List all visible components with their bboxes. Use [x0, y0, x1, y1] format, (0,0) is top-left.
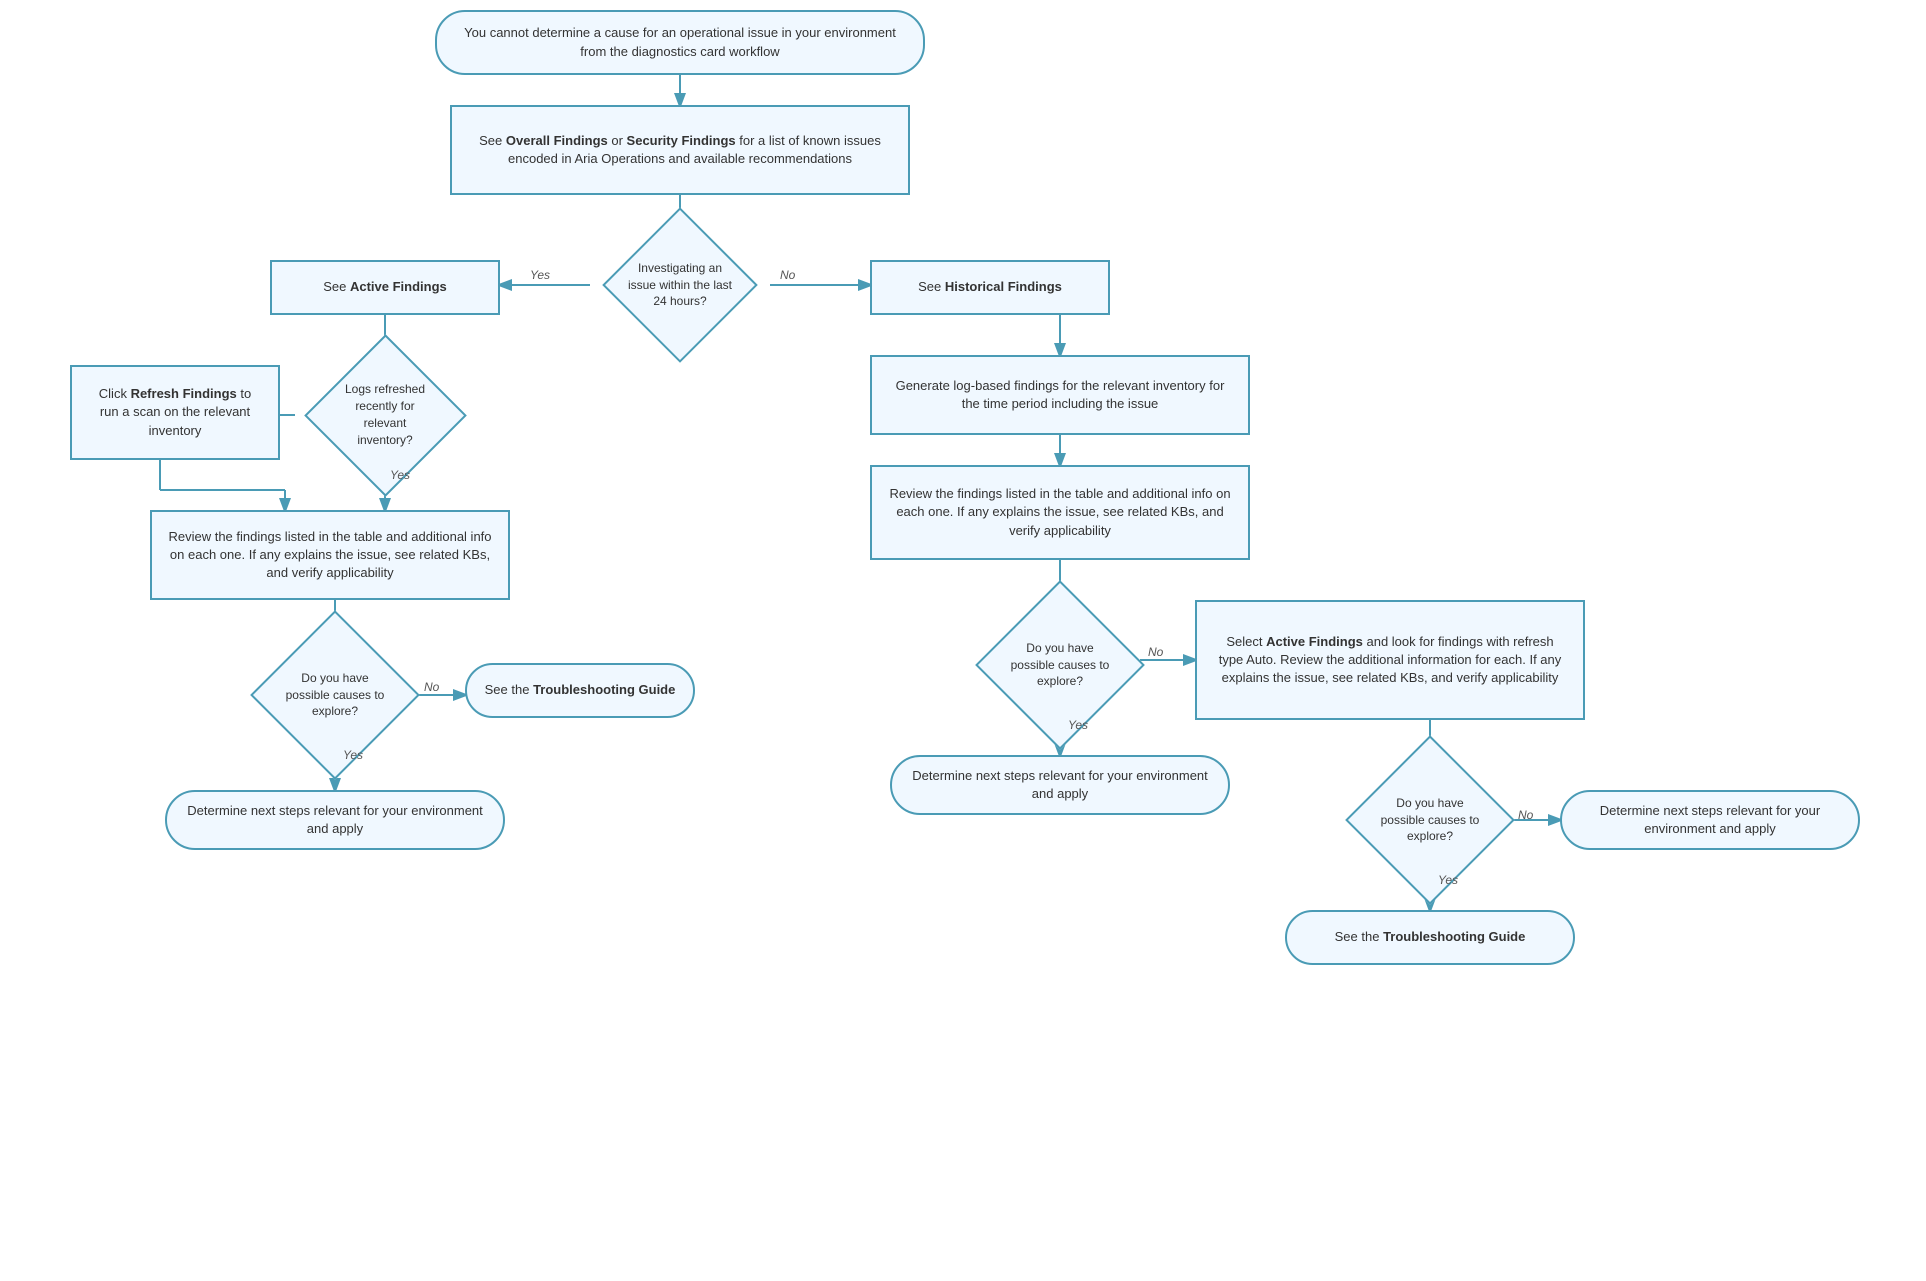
select-active-node: Select Active Findings and look for find…	[1195, 600, 1585, 720]
generate-log-text: Generate log-based findings for the rele…	[888, 377, 1232, 413]
review-active-text: Review the findings listed in the table …	[168, 528, 492, 583]
yes-label-causes-right: Yes	[1438, 873, 1458, 887]
troubleshooting-left-text: See the Troubleshooting Guide	[485, 681, 676, 699]
determine-mid-node: Determine next steps relevant for your e…	[890, 755, 1230, 815]
yes-label-logs: Yes	[390, 468, 410, 482]
diamond-causes-right	[1345, 735, 1515, 905]
overall-findings-text: See Overall Findings or Security Finding…	[468, 132, 892, 168]
start-node: You cannot determine a cause for an oper…	[435, 10, 925, 75]
yes-label-causes-left: Yes	[343, 748, 363, 762]
yes-label-causes-mid: Yes	[1068, 718, 1088, 732]
overall-findings-node: See Overall Findings or Security Finding…	[450, 105, 910, 195]
click-refresh-node: Click Refresh Findings to run a scan on …	[70, 365, 280, 460]
determine-left-text: Determine next steps relevant for your e…	[183, 802, 487, 838]
determine-mid-text: Determine next steps relevant for your e…	[908, 767, 1212, 803]
click-refresh-text: Click Refresh Findings to run a scan on …	[88, 385, 262, 440]
active-findings-text: See Active Findings	[323, 278, 447, 296]
diamond-causes-mid	[975, 580, 1145, 750]
no-label-causes-left: No	[424, 680, 439, 694]
diamond-investigating-wrapper: Investigating an issue within the last 2…	[590, 225, 770, 345]
determine-right-text: Determine next steps relevant for your e…	[1578, 802, 1842, 838]
determine-right-node: Determine next steps relevant for your e…	[1560, 790, 1860, 850]
diamond-causes-left	[250, 610, 420, 780]
troubleshooting-bottom-text: See the Troubleshooting Guide	[1335, 928, 1526, 946]
review-historical-node: Review the findings listed in the table …	[870, 465, 1250, 560]
determine-left-node: Determine next steps relevant for your e…	[165, 790, 505, 850]
review-active-node: Review the findings listed in the table …	[150, 510, 510, 600]
troubleshooting-bottom-node[interactable]: See the Troubleshooting Guide	[1285, 910, 1575, 965]
generate-log-node: Generate log-based findings for the rele…	[870, 355, 1250, 435]
historical-findings-node: See Historical Findings	[870, 260, 1110, 315]
no-label-causes-right: No	[1518, 808, 1533, 822]
no-label-causes-mid: No	[1148, 645, 1163, 659]
diamond-logs-wrapper: Logs refreshed recently for relevant inv…	[295, 355, 475, 475]
active-findings-node: See Active Findings	[270, 260, 500, 315]
diamond-causes-left-wrapper: Do you have possible causes to explore?	[235, 630, 435, 760]
no-label-investigating: No	[780, 268, 795, 282]
diamond-causes-right-wrapper: Do you have possible causes to explore?	[1330, 755, 1530, 885]
start-text: You cannot determine a cause for an oper…	[453, 24, 907, 60]
diamond-logs	[304, 334, 467, 497]
historical-findings-text: See Historical Findings	[918, 278, 1062, 296]
flowchart: You cannot determine a cause for an oper…	[0, 0, 1926, 1281]
yes-label-investigating: Yes	[530, 268, 550, 282]
diamond-causes-mid-wrapper: Do you have possible causes to explore?	[960, 600, 1160, 730]
review-historical-text: Review the findings listed in the table …	[888, 485, 1232, 540]
select-active-text: Select Active Findings and look for find…	[1213, 633, 1567, 688]
diamond-investigating	[602, 207, 758, 363]
troubleshooting-left-node[interactable]: See the Troubleshooting Guide	[465, 663, 695, 718]
